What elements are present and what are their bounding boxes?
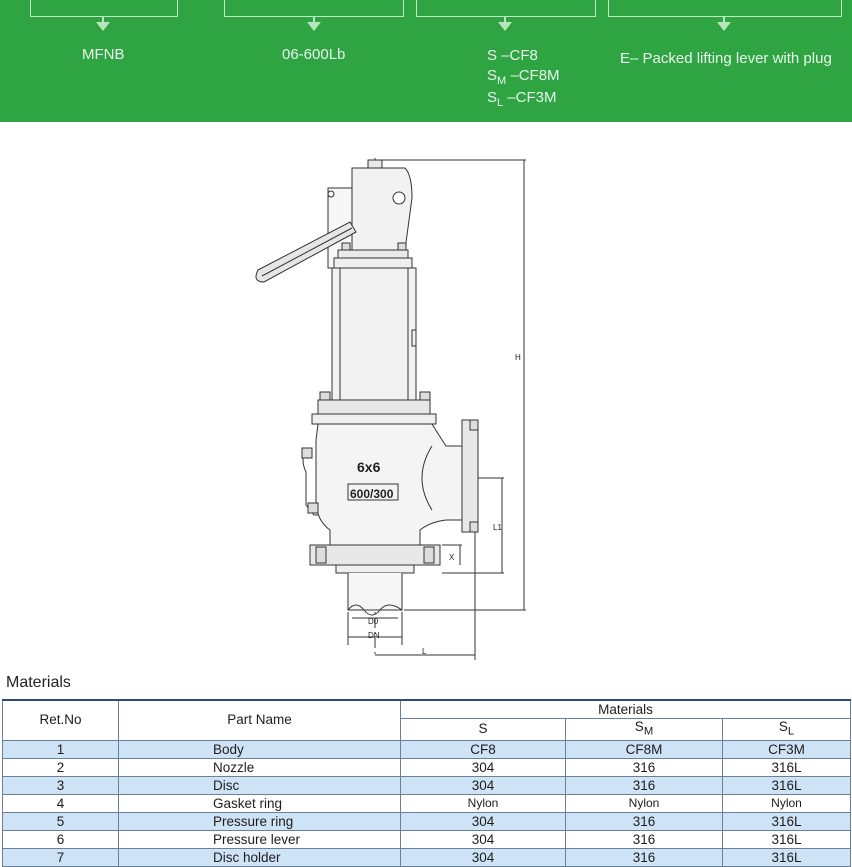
material-sm: 316 [565, 847, 723, 867]
model-code: MFNB [82, 46, 125, 63]
header-sl: SL [721, 718, 852, 741]
row-number: 5 [2, 811, 119, 831]
code-box-lever [608, 0, 842, 17]
ordering-code-banner: MFNB 06-600Lb S –CF8 SM –CF8M SL –CF3M E… [0, 0, 852, 122]
material-s: Nylon [400, 793, 566, 813]
material-sl: 316L [721, 775, 852, 795]
part-name: Nozzle [118, 757, 401, 777]
material-sm-code: SM –CF8M [487, 67, 560, 87]
header-sm: SM [565, 718, 723, 741]
material-sl: 316L [721, 811, 852, 831]
material-sm: 316 [565, 775, 723, 795]
material-sm: 316 [565, 811, 723, 831]
header-ret-no: Ret.No [2, 698, 119, 741]
dimension-l1-label: L1 [493, 523, 502, 532]
table-row: 7 Disc holder 304 316 316L [2, 847, 852, 867]
material-s: 304 [400, 757, 566, 777]
dimension-d0-label: D0 [368, 617, 379, 626]
material-s: CF8 [400, 739, 566, 759]
pressure-class: 06-600Lb [282, 46, 346, 63]
arrow-down-icon [498, 22, 512, 31]
row-number: 4 [2, 793, 119, 813]
arrow-down-icon [307, 22, 321, 31]
part-name: Pressure ring [118, 811, 401, 831]
material-sm: 316 [565, 829, 723, 849]
header-materials: Materials [399, 699, 852, 719]
part-name: Disc [118, 775, 401, 795]
row-number: 7 [2, 847, 119, 867]
material-s: 304 [400, 847, 566, 867]
material-sl: 316L [721, 847, 852, 867]
material-sl: 316L [721, 757, 852, 777]
table-row: 3 Disc 304 316 316L [2, 775, 852, 795]
code-box-model [30, 0, 178, 17]
row-number: 2 [2, 757, 119, 777]
dimension-x-label: X [449, 553, 455, 562]
header-s: S [400, 718, 566, 741]
material-sm: 316 [565, 757, 723, 777]
part-name: Gasket ring [118, 793, 401, 813]
table-row: 6 Pressure lever 304 316 316L [2, 829, 852, 849]
table-row: 4 Gasket ring Nylon Nylon Nylon [2, 793, 852, 813]
row-number: 6 [2, 829, 119, 849]
table-row: 5 Pressure ring 304 316 316L [2, 811, 852, 831]
material-sm: CF8M [565, 739, 723, 759]
body-mark-size: 6x6 [357, 459, 381, 475]
dimension-h-label: H [515, 353, 521, 362]
material-sl: 316L [721, 829, 852, 849]
material-sl-code: SL –CF3M [487, 89, 557, 109]
safety-valve-drawing: 6x6 600/300 H L1 X D0 DN L [255, 158, 526, 660]
dimension-l-label: L [422, 647, 427, 656]
materials-section-title: Materials [6, 674, 71, 691]
arrow-down-icon [717, 22, 731, 31]
material-s: 304 [400, 829, 566, 849]
code-box-material [416, 0, 596, 17]
code-box-pressure [224, 0, 404, 17]
table-row: 1 Body CF8 CF8M CF3M [2, 739, 852, 759]
materials-table: Ret.No Part Name Materials S SM SL 1 Bod… [2, 698, 852, 867]
part-name: Body [118, 739, 401, 759]
row-number: 1 [2, 739, 119, 759]
material-sl: CF3M [721, 739, 852, 759]
dimension-dn-label: DN [368, 631, 380, 640]
body-mark-rating: 600/300 [350, 487, 394, 501]
arrow-down-icon [96, 22, 110, 31]
material-s: 304 [400, 811, 566, 831]
material-s-code: S –CF8 [487, 47, 538, 64]
part-name: Pressure lever [118, 829, 401, 849]
material-s: 304 [400, 775, 566, 795]
material-sl: Nylon [721, 793, 852, 813]
row-number: 3 [2, 775, 119, 795]
material-sm: Nylon [565, 793, 723, 813]
part-name: Disc holder [118, 847, 401, 867]
header-part-name: Part Name [118, 698, 401, 741]
table-row: 2 Nozzle 304 316 316L [2, 757, 852, 777]
lever-option: E– Packed lifting lever with plug [620, 50, 832, 67]
